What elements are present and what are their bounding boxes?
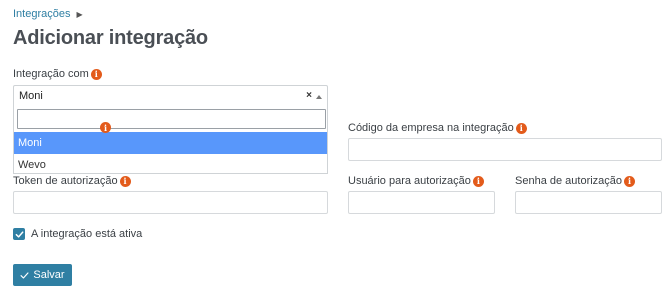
company-code-label-text: Código da empresa na integração (348, 122, 514, 134)
auth-password-input[interactable] (515, 191, 662, 214)
integration-select-value: Moni (19, 90, 43, 102)
chevron-up-icon[interactable] (316, 95, 322, 99)
info-icon[interactable]: i (624, 175, 636, 187)
page-title: Adicionar integração (13, 27, 208, 49)
auth-token-input[interactable] (13, 191, 328, 214)
auth-password-label-text: Senha de autorização (515, 175, 623, 187)
breadcrumb-link-integrations[interactable]: Integrações (13, 8, 70, 20)
integration-with-label: Integração com i (13, 68, 102, 80)
integration-with-label-text: Integração com (13, 68, 89, 80)
breadcrumb: Integrações ▶ (13, 8, 83, 20)
dropdown-option-wevo[interactable]: Wevo (14, 154, 327, 176)
auth-user-label: Usuário para autorização i (348, 175, 484, 187)
auth-token-label: Token de autorização i (13, 175, 131, 187)
check-icon (20, 271, 29, 279)
auth-user-input[interactable] (348, 191, 495, 214)
info-icon[interactable]: i (90, 68, 102, 80)
chevron-right-icon: ▶ (76, 9, 83, 19)
save-button-label: Salvar (33, 269, 65, 281)
auth-password-label: Senha de autorização i (515, 175, 636, 187)
active-checkbox-label: A integração está ativa (31, 228, 143, 240)
dropdown-search-input[interactable] (17, 109, 326, 129)
auth-user-label-text: Usuário para autorização (348, 175, 471, 187)
integration-dropdown: Moni Wevo (13, 106, 328, 174)
active-checkbox[interactable] (13, 228, 25, 240)
integration-select[interactable]: Moni × (13, 85, 328, 107)
auth-token-label-text: Token de autorização (13, 175, 118, 187)
info-icon[interactable]: i (100, 122, 111, 133)
company-code-label: Código da empresa na integração i (348, 122, 527, 134)
dropdown-option-moni[interactable]: Moni (14, 132, 327, 154)
info-icon[interactable]: i (119, 175, 131, 187)
info-icon[interactable]: i (472, 175, 484, 187)
clear-icon[interactable]: × (306, 90, 312, 101)
check-icon (15, 230, 23, 238)
save-button[interactable]: Salvar (13, 264, 72, 286)
info-icon[interactable]: i (515, 122, 527, 134)
company-code-input[interactable] (348, 138, 662, 161)
